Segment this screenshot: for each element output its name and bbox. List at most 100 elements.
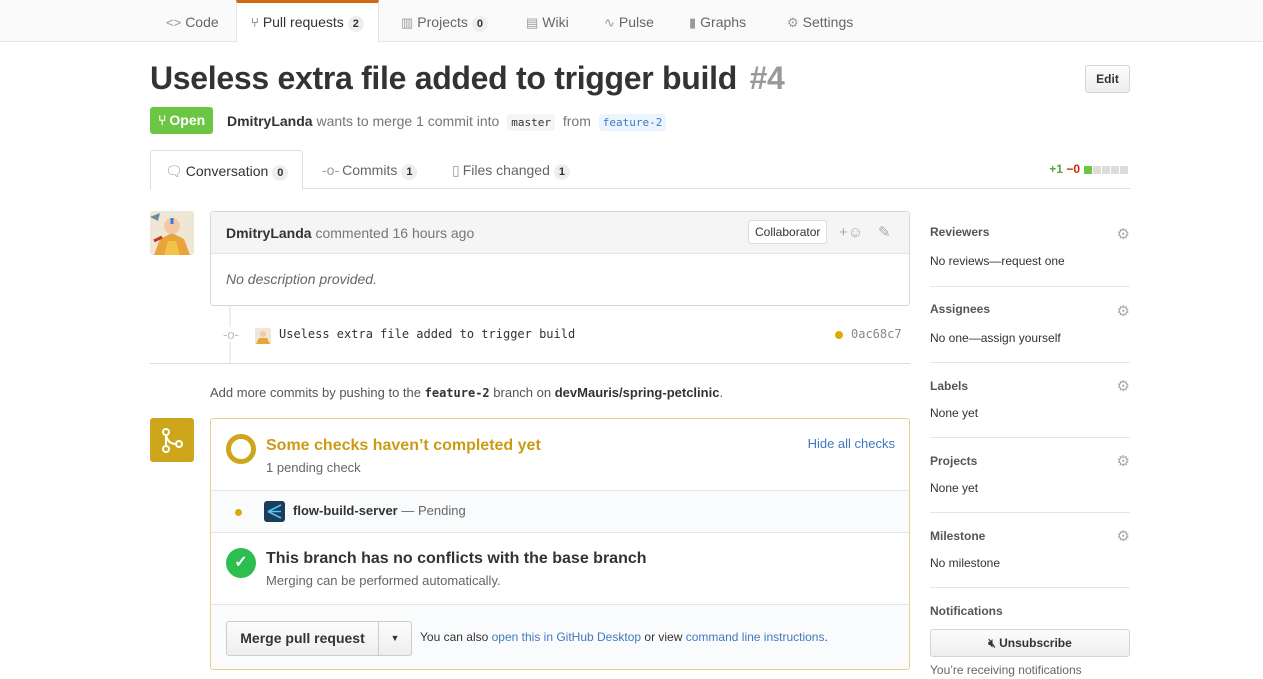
repo-tab-label: Projects — [417, 14, 468, 30]
merge-alt-prefix: You can also — [420, 630, 489, 644]
repo-tab-label: Settings — [802, 14, 854, 30]
push-note-suffix: . — [719, 385, 724, 400]
graph-icon: ▮ — [689, 15, 697, 30]
repo-tab-code[interactable]: <> Code — [166, 0, 219, 42]
base-branch: master — [507, 114, 555, 131]
repo-tab-pull-requests[interactable]: ⑂ Pull requests 2 — [236, 0, 379, 43]
tab-label: Commits — [342, 162, 398, 178]
diff-deletions: −0 — [1066, 162, 1080, 176]
head-branch[interactable]: feature-2 — [598, 114, 667, 131]
diffstat-block — [1084, 165, 1092, 174]
check-name-label: flow-build-server — [293, 503, 398, 518]
pulse-icon: ∿ — [604, 15, 615, 30]
commits-counter: 1 — [401, 164, 418, 180]
commit-sha-link[interactable]: 0ac68c7 — [851, 327, 902, 341]
timeline-divider — [150, 363, 910, 364]
gear-icon[interactable]: ⚙ — [1117, 302, 1130, 320]
repo-tab-label: Wiki — [542, 14, 569, 30]
assignees-value[interactable]: No one—assign yourself — [930, 331, 1061, 345]
pull-request-icon: ⑂ — [251, 15, 259, 30]
add-reaction-icon[interactable]: +☺ — [839, 212, 863, 254]
conversation-counter: 0 — [272, 165, 289, 181]
repo-tab-pulse[interactable]: ∿ Pulse — [604, 0, 654, 42]
edit-title-button[interactable]: Edit — [1085, 65, 1130, 93]
sidebar-labels: Labels ⚙ None yet — [930, 374, 1130, 438]
pending-ring-icon — [226, 434, 256, 464]
unsubscribe-label: Unsubscribe — [999, 636, 1072, 650]
sidebar-heading: Projects — [930, 454, 978, 468]
notifications-note: You’re receiving notifications — [930, 663, 1082, 677]
gear-icon[interactable]: ⚙ — [1117, 452, 1130, 470]
push-note-repo: devMauris/spring-petclinic — [554, 385, 720, 400]
repo-tab-wiki[interactable]: ▤ Wiki — [526, 0, 569, 42]
tab-conversation[interactable]: 🗨 Conversation 0 — [150, 150, 304, 190]
conflicts-section: ✓ This branch has no conflicts with the … — [211, 533, 909, 605]
sidebar-heading: Assignees — [930, 302, 991, 316]
pr-state-badge: ⑂ Open — [150, 107, 214, 134]
comment-timestamp[interactable]: commented 16 hours ago — [315, 225, 474, 241]
merge-method-dropdown[interactable]: ▼ — [378, 621, 412, 656]
push-note-branch: feature-2 — [424, 386, 490, 400]
merge-alt-middle: or view — [644, 630, 683, 644]
repo-tab-settings[interactable]: ⚙ Settings — [787, 0, 853, 42]
push-note-middle: branch on — [493, 385, 552, 400]
diffstat-block — [1093, 165, 1101, 174]
avatar-image — [255, 328, 271, 344]
diffstat-block — [1111, 165, 1119, 174]
gear-icon[interactable]: ⚙ — [1117, 377, 1130, 395]
merge-icon — [150, 418, 194, 462]
files-counter: 1 — [553, 164, 571, 180]
merge-pull-request-button[interactable]: Merge pull request — [226, 621, 379, 656]
gear-icon[interactable]: ⚙ — [1117, 527, 1130, 545]
hide-checks-link[interactable]: Hide all checks — [808, 436, 895, 451]
sidebar-heading: Reviewers — [930, 225, 990, 239]
command-line-instructions-link[interactable]: command line instructions — [686, 630, 825, 644]
pr-tabnav: 🗨 Conversation 0 -o- Commits 1 ▯ Files change… — [150, 150, 1130, 190]
avatar-image — [150, 211, 194, 255]
sidebar-assignees: Assignees ⚙ No one—assign yourself — [930, 297, 1130, 363]
merge-actions: Merge pull request ▼ You can also open t… — [211, 605, 909, 669]
repo-tab-label: Pull requests — [262, 14, 344, 30]
unsubscribe-button[interactable]: 🔇︎ Unsubscribe — [930, 629, 1130, 657]
repo-tab-label: Code — [185, 14, 219, 30]
merge-box: Some checks haven’t completed yet 1 pend… — [210, 418, 910, 670]
repo-tab-graphs[interactable]: ▮ Graphs — [689, 0, 746, 42]
open-in-desktop-link[interactable]: open this in GitHub Desktop — [492, 630, 641, 644]
edit-comment-icon[interactable]: ✎ — [878, 212, 891, 254]
push-note-prefix: Add more commits by pushing to the — [210, 385, 421, 400]
comment-icon: 🗨 — [165, 163, 183, 179]
check-status: — Pending — [401, 503, 466, 518]
pr-author-link[interactable]: DmitryLanda — [227, 113, 313, 129]
tab-label: Files changed — [462, 162, 550, 178]
author-avatar[interactable] — [150, 211, 194, 255]
comment-author-link[interactable]: DmitryLanda — [226, 225, 312, 241]
reviewers-value[interactable]: No reviews—request one — [930, 254, 1065, 268]
pending-status-icon[interactable] — [835, 331, 843, 339]
commit-message-link[interactable]: Useless extra file added to trigger buil… — [279, 327, 575, 341]
push-note: Add more commits by pushing to the featu… — [210, 385, 723, 400]
sidebar-heading: Labels — [930, 379, 969, 393]
pending-dot-icon — [235, 509, 242, 516]
commit-icon: -o- — [223, 327, 239, 342]
repo-tab-projects[interactable]: ▥ Projects 0 — [401, 0, 488, 42]
repo-nav: <> Code ⑂ Pull requests 2 ▥ Projects 0 ▤ Wiki … — [0, 0, 1263, 43]
chevron-down-icon: ▼ — [390, 633, 400, 643]
tab-commits[interactable]: -o- Commits 1 — [322, 150, 418, 189]
sidebar-reviewers: Reviewers ⚙ No reviews—request one — [930, 220, 1130, 287]
check-row: flow-build-server — Pending — [211, 491, 909, 533]
file-diff-icon: ▯ — [452, 162, 460, 178]
book-icon: ▤ — [526, 15, 539, 30]
repo-tab-label: Pulse — [618, 14, 654, 30]
commit-author-avatar[interactable] — [255, 328, 271, 344]
git-merge-icon — [162, 428, 183, 453]
tab-files-changed[interactable]: ▯ Files changed 1 — [452, 150, 571, 189]
no-conflicts-subtitle: Merging can be performed automatically. — [266, 573, 501, 588]
pull-request-icon: ⑂ — [158, 112, 167, 128]
comment-body: No description provided. — [226, 271, 377, 287]
pr-comment: DmitryLanda commented 16 hours ago Colla… — [210, 211, 910, 306]
checks-title: Some checks haven’t completed yet — [266, 437, 541, 454]
gear-icon[interactable]: ⚙ — [1117, 225, 1130, 243]
pr-state-label: Open — [169, 112, 206, 128]
no-conflicts-title: This branch has no conflicts with the ba… — [266, 550, 647, 567]
pr-title-text: Useless extra file added to trigger buil… — [150, 60, 737, 96]
